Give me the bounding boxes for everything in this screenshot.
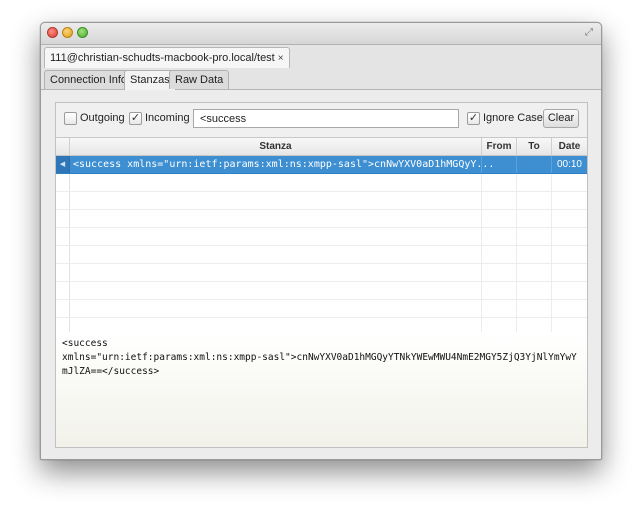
column-header-date[interactable]: Date [551,138,587,155]
fullscreen-icon[interactable]: ⤢ [583,27,595,39]
stanza-detail-text[interactable]: <success xmlns="urn:ietf:params:xml:ns:x… [56,332,587,384]
table-header: Stanza From To Date [56,138,587,156]
row-stanza-cell: <success xmlns="urn:ietf:params:xml:ns:x… [73,159,495,170]
clear-button[interactable]: Clear [543,109,579,128]
title-bar[interactable]: ⤢ [41,23,601,45]
empty-row [56,318,587,332]
table-body: ◀ <success xmlns="urn:ietf:params:xml:ns… [56,156,587,332]
tab-connection-info[interactable]: Connection Info [44,70,134,89]
stanza-detail-pane[interactable]: <success xmlns="urn:ietf:params:xml:ns:x… [56,332,587,447]
empty-row [56,228,587,246]
document-tab-bar: 111@christian-schudts-macbook-pro.local/… [41,45,601,69]
minimize-window-button[interactable] [62,27,73,38]
filter-toolbar: Outgoing ✓ Incoming ✓ Ignore Case Clear [56,103,587,136]
empty-row [56,282,587,300]
ignore-case-label[interactable]: Ignore Case [483,112,543,125]
column-header-from[interactable]: From [481,138,516,155]
stanza-table: Stanza From To Date ◀ <success xmlns="ur… [56,137,587,333]
empty-row [56,246,587,264]
column-header-to[interactable]: To [516,138,551,155]
document-tab-label: 111@christian-schudts-macbook-pro.local/… [50,52,275,64]
tab-raw-data[interactable]: Raw Data [169,70,230,89]
incoming-checkbox[interactable]: ✓ [129,112,142,125]
empty-row [56,300,587,318]
column-header-stanza[interactable]: Stanza [69,138,481,155]
ignore-case-checkbox[interactable]: ✓ [467,112,480,125]
zoom-window-button[interactable] [77,27,88,38]
tab-stanzas[interactable]: Stanzas [124,70,176,90]
stanza-search-input[interactable] [193,109,459,128]
incoming-label[interactable]: Incoming [145,112,190,125]
header-gutter [56,138,69,155]
table-row[interactable]: ◀ <success xmlns="urn:ietf:params:xml:ns… [56,156,587,174]
outgoing-checkbox[interactable] [64,112,77,125]
app-window: ⤢ 111@christian-schudts-macbook-pro.loca… [40,22,602,460]
stanzas-view: Outgoing ✓ Incoming ✓ Ignore Case Clear … [41,90,601,459]
row-marker-icon: ◀ [56,156,70,173]
close-window-button[interactable] [47,27,58,38]
document-tab[interactable]: 111@christian-schudts-macbook-pro.local/… [44,47,290,68]
empty-row [56,174,587,192]
stanzas-panel: Outgoing ✓ Incoming ✓ Ignore Case Clear … [55,102,588,448]
outgoing-label[interactable]: Outgoing [80,112,125,125]
empty-row [56,192,587,210]
empty-row [56,264,587,282]
row-to-cell [516,156,517,173]
close-tab-icon[interactable]: × [278,53,284,64]
row-date-divider [551,156,552,173]
row-date-cell: 00:10 [556,159,582,170]
empty-row [56,210,587,228]
view-tabs: Connection Info Stanzas Raw Data [41,68,601,90]
